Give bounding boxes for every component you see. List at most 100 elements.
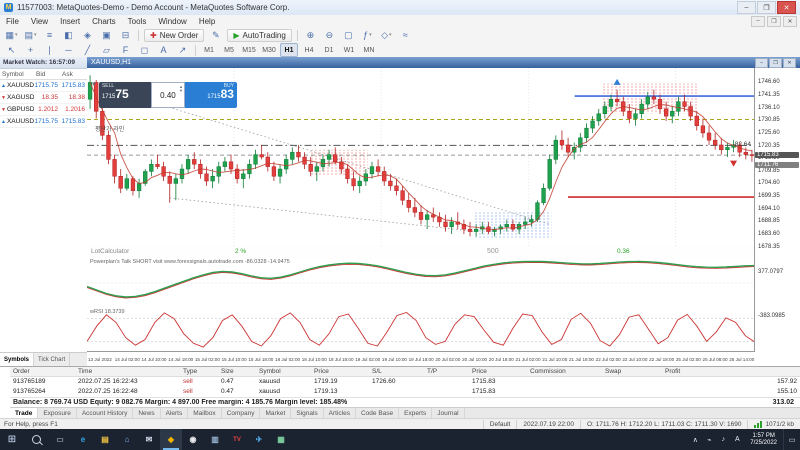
objects-button[interactable]: ◇▾ <box>378 28 395 43</box>
taskbar-app-store[interactable]: ⌂ <box>116 429 138 450</box>
column-price[interactable]: Price <box>311 368 369 375</box>
zoom-out-button[interactable]: ⊖ <box>321 28 338 43</box>
text-tool[interactable]: A <box>155 43 172 58</box>
menu-file[interactable]: File <box>0 15 25 27</box>
chart-title-bar[interactable]: XAUUSD,H1 –❐✕ <box>87 57 800 68</box>
column-order[interactable]: Order <box>10 368 75 375</box>
column-sl[interactable]: S/L <box>369 368 424 375</box>
channel-tool[interactable]: ▱ <box>98 43 115 58</box>
profile-indicator[interactable]: Default <box>483 420 517 429</box>
timeframe-m15[interactable]: M15 <box>240 43 258 57</box>
search-button[interactable] <box>24 429 48 450</box>
mw-col-bid[interactable]: Bid <box>34 71 60 78</box>
timeframe-m30[interactable]: M30 <box>260 43 278 57</box>
child-close-button[interactable]: ✕ <box>783 16 797 27</box>
taskbar-app-edge[interactable]: e <box>72 429 94 450</box>
column-price[interactable]: Price <box>469 368 527 375</box>
menu-view[interactable]: View <box>25 15 54 27</box>
sell-button[interactable]: SELL 171575 <box>99 82 151 108</box>
taskbar-app-telegram[interactable]: ✈ <box>248 429 270 450</box>
column-symbol[interactable]: Symbol <box>256 368 311 375</box>
child-minimize-button[interactable]: – <box>751 16 765 27</box>
table-row[interactable]: 9137651892022.07.25 16:22:43sell0.47xauu… <box>10 377 800 387</box>
indicator-pane-1[interactable]: Powerplan's Talk SHORT visit www.forexsi… <box>87 258 755 309</box>
tray-language-indicator[interactable]: A <box>730 436 744 444</box>
one-click-collapse-icon[interactable]: ▼ <box>91 82 97 88</box>
horizontal-line-tool[interactable]: ─ <box>60 43 77 58</box>
time-axis[interactable]: 13 Jul 202214 Jul 02:0014 Jul 10:0014 Ju… <box>87 351 755 366</box>
timeframe-w1[interactable]: W1 <box>340 43 358 57</box>
taskbar-app-explorer[interactable]: ▤ <box>94 429 116 450</box>
timeframe-mn[interactable]: MN <box>360 43 378 57</box>
menu-insert[interactable]: Insert <box>54 15 86 27</box>
zoom-in-button[interactable]: ⊕ <box>302 28 319 43</box>
timeframe-h1[interactable]: H1 <box>280 43 298 57</box>
maximize-button[interactable]: ❐ <box>757 1 776 14</box>
column-size[interactable]: Size <box>218 368 256 375</box>
volume-input[interactable]: 0.40 ▲▼ <box>151 82 185 108</box>
mw-col-symbol[interactable]: Symbol <box>0 71 34 78</box>
volume-stepper[interactable]: ▲▼ <box>179 85 183 93</box>
cursor-tool[interactable]: ↖ <box>3 43 20 58</box>
metaeditor-button[interactable]: ✎ <box>207 28 224 43</box>
market-watch-tab-symbols[interactable]: Symbols <box>0 353 34 366</box>
column-tp[interactable]: T/P <box>424 368 469 375</box>
data-window-toggle[interactable]: ◧ <box>60 28 77 43</box>
strategy-tester-toggle[interactable]: ⊟ <box>117 28 134 43</box>
timeframe-m1[interactable]: M1 <box>200 43 218 57</box>
close-button[interactable]: ✕ <box>777 1 796 14</box>
indicators-button[interactable]: ƒ▾ <box>359 28 376 43</box>
fibonacci-tool[interactable]: F <box>117 43 134 58</box>
mw-col-ask[interactable]: Ask <box>60 71 87 78</box>
task-view-button[interactable]: ▭ <box>48 429 72 450</box>
menu-window[interactable]: Window <box>152 15 192 27</box>
new-order-button[interactable]: ✚ New Order <box>144 29 204 42</box>
column-swap[interactable]: Swap <box>602 368 662 375</box>
timeframe-m5[interactable]: M5 <box>220 43 238 57</box>
taskbar-app-metatrader[interactable]: ◆ <box>160 429 182 450</box>
notification-center-button[interactable]: ▭ <box>783 429 800 450</box>
timeframe-d1[interactable]: D1 <box>320 43 338 57</box>
chart-minimize-button[interactable]: – <box>755 58 768 68</box>
tray-chevron-icon[interactable]: ∧ <box>688 436 702 444</box>
market-watch-tab-tick-chart[interactable]: Tick Chart <box>34 353 70 366</box>
navigator-toggle[interactable]: ◈ <box>79 28 96 43</box>
column-commission[interactable]: Commission <box>527 368 602 375</box>
crosshair-tool[interactable]: + <box>22 43 39 58</box>
autoscroll-button[interactable]: ≈ <box>397 28 414 43</box>
tile-windows-button[interactable]: ▢ <box>340 28 357 43</box>
column-type[interactable]: Type <box>180 368 218 375</box>
clock[interactable]: 1:57 PM 7/25/2022 <box>744 433 783 447</box>
menu-charts[interactable]: Charts <box>86 15 122 27</box>
shapes-tool[interactable]: ◻ <box>136 43 153 58</box>
taskbar-app-notepad[interactable]: ▥ <box>204 429 226 450</box>
trade-table-header[interactable]: OrderTimeTypeSizeSymbolPriceS/LT/PPriceC… <box>10 367 800 377</box>
buy-button[interactable]: BUY 171583 <box>185 82 237 108</box>
chart-restore-button[interactable]: ❐ <box>769 58 782 68</box>
tray-network-icon[interactable]: ⌁ <box>702 436 716 444</box>
arrow-tool[interactable]: ↗ <box>174 43 191 58</box>
menu-tools[interactable]: Tools <box>122 15 153 27</box>
column-time[interactable]: Time <box>75 368 180 375</box>
column-profit[interactable]: Profit <box>662 368 800 375</box>
taskbar-app-tradingview[interactable]: TV <box>226 429 248 450</box>
minimize-button[interactable]: – <box>737 1 756 14</box>
new-chart-button[interactable]: ▦▾ <box>3 28 20 43</box>
market-watch-row[interactable]: ▼XAGUSD18.3518.38 <box>0 92 87 104</box>
timeframe-h4[interactable]: H4 <box>300 43 318 57</box>
chart-plot-area[interactable]: 평단가 라인 -82.64 LotCalculator 2 % 500 0.36… <box>87 68 755 352</box>
taskbar-app-chrome[interactable]: ◉ <box>182 429 204 450</box>
market-watch-row[interactable]: ▼GBPUSD1.20121.2016 <box>0 104 87 116</box>
start-button[interactable]: ⊞ <box>0 429 24 450</box>
market-watch-toggle[interactable]: ≡ <box>41 28 58 43</box>
indicator-pane-2[interactable]: wRSI 18.3739 <box>87 308 755 352</box>
price-scale[interactable]: 1746.601741.351736.101730.851725.601720.… <box>754 68 800 366</box>
menu-help[interactable]: Help <box>193 15 221 27</box>
profiles-button[interactable]: ▤▾ <box>22 28 39 43</box>
table-row[interactable]: 9137652642022.07.25 16:22:48sell0.47xauu… <box>10 387 800 397</box>
taskbar-app-mail[interactable]: ✉ <box>138 429 160 450</box>
toolbox-toggle[interactable]: ▣ <box>98 28 115 43</box>
taskbar-app-calculator[interactable]: ▦ <box>270 429 292 450</box>
market-watch-row[interactable]: ▲XAUUSD1715.751715.83 <box>0 80 87 92</box>
tray-volume-icon[interactable]: ♪ <box>716 436 730 444</box>
